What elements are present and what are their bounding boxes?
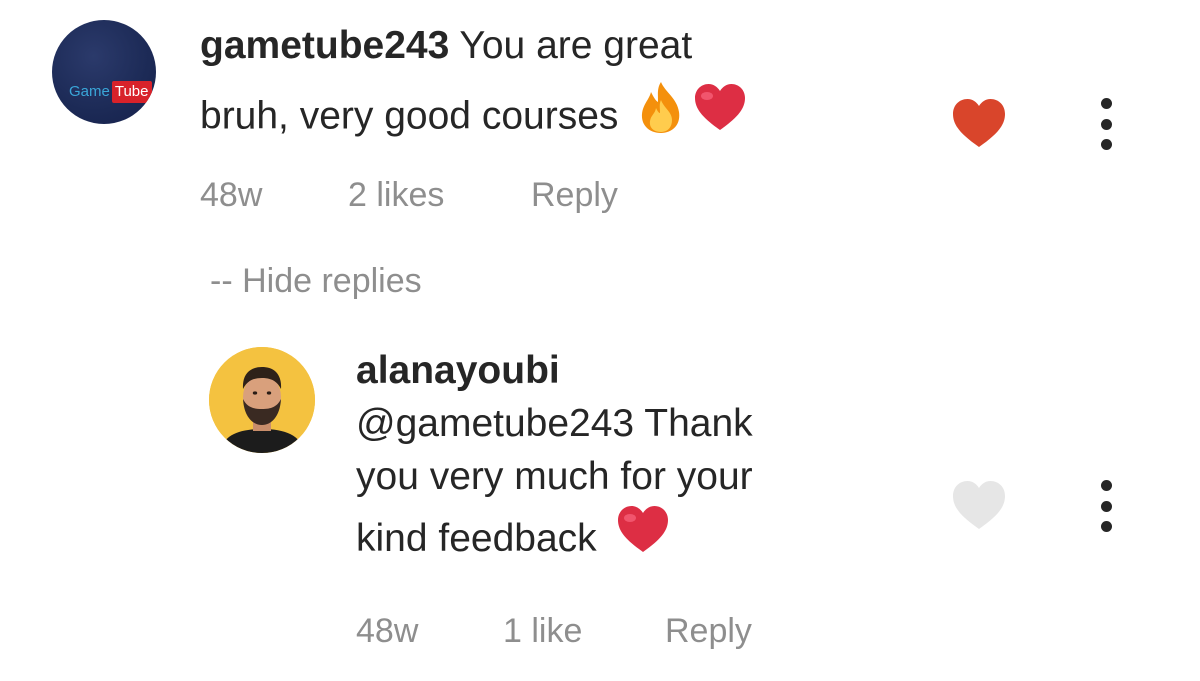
logo-text-tube: Tube <box>111 81 152 103</box>
timestamp: 48w <box>200 176 263 214</box>
comment-text-line2: you very much for your <box>356 455 753 498</box>
avatar[interactable]: Game Tube <box>52 20 156 124</box>
like-button[interactable] <box>950 478 1008 532</box>
reply-button[interactable]: Reply <box>665 612 752 651</box>
like-button[interactable] <box>950 96 1008 150</box>
username[interactable]: gametube243 <box>200 24 449 67</box>
more-options-button[interactable] <box>1096 480 1116 532</box>
comment-meta: 48w 1 like Reply <box>356 612 752 651</box>
avatar[interactable] <box>209 347 315 453</box>
heart-icon <box>953 481 1005 529</box>
hide-replies-button[interactable]: -- Hide replies <box>210 262 422 301</box>
more-dot <box>1100 118 1112 130</box>
comment-text-line1: @gametube243 Thank <box>356 402 753 445</box>
red-heart-emoji-icon <box>616 504 670 578</box>
comment-body: gametube243 You are great bruh, very goo… <box>200 12 900 156</box>
more-dot <box>1100 500 1112 512</box>
comment-meta: 48w 2 likes Reply <box>200 176 618 215</box>
profile-photo-icon <box>209 347 315 453</box>
heart-filled-icon <box>953 99 1005 147</box>
like-count[interactable]: 2 likes <box>348 176 531 215</box>
more-dot <box>1100 521 1112 532</box>
more-vertical-icon <box>1100 98 1112 109</box>
more-dot <box>1100 139 1112 150</box>
comment-text-line1: You are great <box>459 24 693 67</box>
more-options-button[interactable] <box>1096 98 1116 150</box>
gametube-logo: Game Tube <box>69 81 152 103</box>
comment-text-line2: bruh, very good courses <box>200 94 619 138</box>
comment-text-line3: kind feedback <box>356 517 597 560</box>
red-heart-emoji-icon <box>693 82 747 154</box>
logo-text-game: Game <box>69 83 110 100</box>
comment: Game Tube gametube243 You are great bruh… <box>0 0 1200 320</box>
fire-emoji-icon <box>637 80 685 156</box>
reply-comment: alanayoubi @gametube243 Thank you very m… <box>0 330 1200 681</box>
reply-button[interactable]: Reply <box>531 176 618 215</box>
timestamp: 48w <box>356 612 419 650</box>
comment-body: alanayoubi @gametube243 Thank you very m… <box>356 344 896 578</box>
like-count[interactable]: 1 like <box>503 612 665 651</box>
username[interactable]: alanayoubi <box>356 349 560 392</box>
more-vertical-icon <box>1100 480 1112 491</box>
